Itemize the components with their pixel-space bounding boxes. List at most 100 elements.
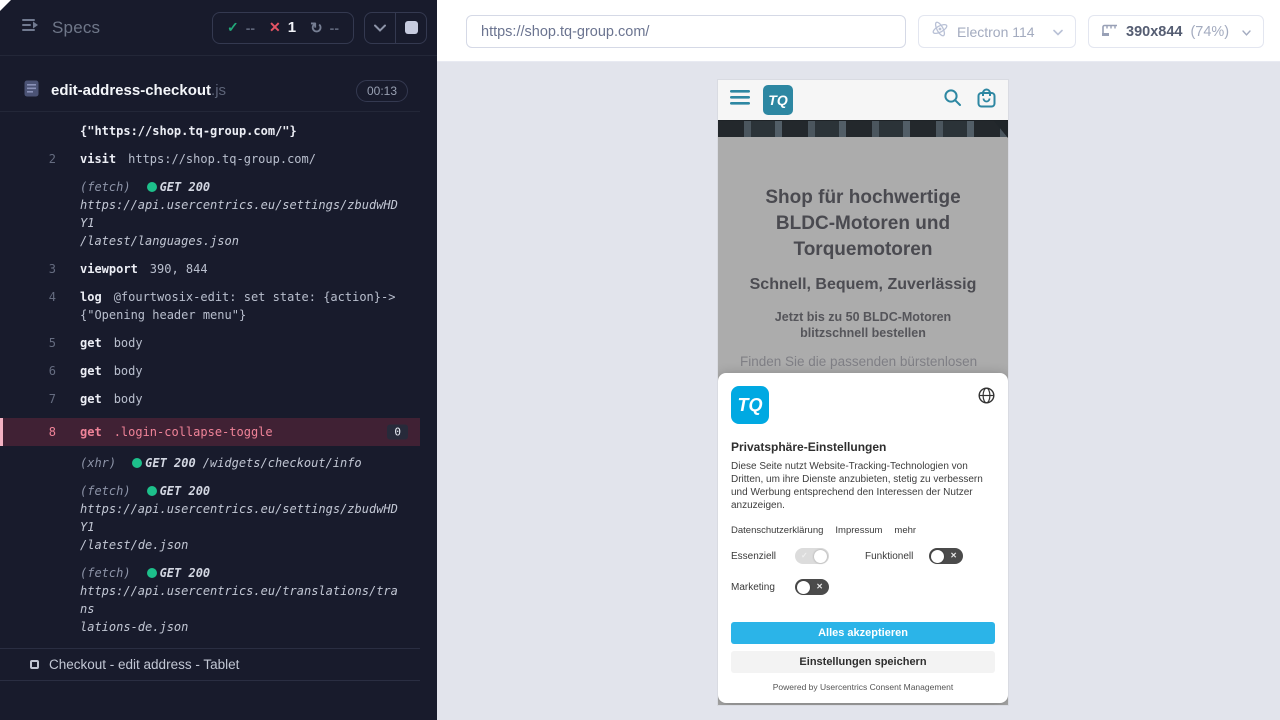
site-heading: Shop für hochwertige BLDC-Motoren und To… bbox=[765, 187, 961, 260]
toggle-switch-essenziell[interactable]: ✓ bbox=[795, 548, 829, 564]
command-row[interactable]: 3 viewport 390, 844 bbox=[0, 260, 420, 278]
hero-image-strip bbox=[718, 120, 1008, 138]
site-logo[interactable]: TQ bbox=[763, 85, 793, 115]
restart-icon: ↻ bbox=[310, 19, 323, 37]
command-name: get bbox=[80, 392, 102, 406]
imprint-link[interactable]: Impressum bbox=[835, 525, 882, 536]
request-type: (xhr) bbox=[80, 456, 117, 470]
run-stats: ✓ -- ✕ 1 ↻ -- bbox=[211, 11, 354, 44]
save-settings-button[interactable]: Einstellungen speichern bbox=[731, 651, 995, 673]
command-row[interactable]: 6 get body bbox=[0, 362, 420, 380]
suite-collapse-icon bbox=[30, 660, 39, 669]
cart-bag-icon[interactable] bbox=[977, 88, 996, 113]
toggle-label: Funktionell bbox=[865, 550, 914, 562]
command-number: 8 bbox=[48, 425, 56, 439]
more-link[interactable]: mehr bbox=[894, 525, 916, 536]
command-number bbox=[0, 454, 56, 472]
browser-select[interactable]: Electron 114 bbox=[918, 15, 1076, 48]
command-row[interactable]: 8 get .login-collapse-toggle 0 bbox=[0, 418, 420, 446]
hamburger-menu-icon[interactable] bbox=[730, 90, 750, 110]
command-count-badge: 0 bbox=[387, 424, 408, 440]
command-row[interactable]: 4 log @fourtwosix-edit: set state: {action… bbox=[0, 288, 420, 324]
command-body: (xhr) GET 200/widgets/checkout/info bbox=[80, 454, 404, 472]
network-log-row[interactable]: (xhr) GET 200/widgets/checkout/info bbox=[0, 454, 420, 472]
specs-menu-icon[interactable] bbox=[22, 18, 40, 37]
request-url-wrap: /latest/de.json bbox=[80, 538, 189, 552]
site-header: TQ bbox=[718, 80, 1008, 120]
command-body: get body bbox=[80, 390, 404, 408]
command-body: get body bbox=[80, 334, 404, 352]
command-row[interactable]: {"https://shop.tq-group.com/"} bbox=[0, 122, 420, 140]
command-body: log @fourtwosix-edit: set state: {action}… bbox=[80, 288, 404, 324]
command-name: log bbox=[80, 290, 102, 304]
command-row[interactable]: 7 get body bbox=[0, 390, 420, 408]
stop-icon bbox=[404, 21, 418, 34]
command-name: viewport bbox=[80, 262, 138, 276]
suite-footer[interactable]: Checkout - edit address - Tablet bbox=[0, 648, 420, 681]
viewport-select[interactable]: 390x844 (74%) bbox=[1088, 15, 1264, 48]
passed-count: -- bbox=[245, 19, 256, 36]
command-number: 3 bbox=[48, 262, 56, 276]
toggle-knob bbox=[797, 580, 810, 594]
stat-pending: ↻ -- bbox=[310, 19, 339, 37]
check-icon: ✓ bbox=[801, 551, 808, 560]
spec-file-row[interactable]: edit-address-checkout .js 00:13 bbox=[0, 70, 420, 112]
command-number: 4 bbox=[48, 290, 56, 304]
command-args: https://shop.tq-group.com/ bbox=[128, 152, 316, 166]
request-type: (fetch) bbox=[80, 484, 131, 498]
command-body: viewport 390, 844 bbox=[80, 260, 404, 278]
command-number: 2 bbox=[48, 152, 56, 166]
command-args: body bbox=[113, 364, 143, 378]
toggle-switch-funktionell[interactable]: ✕ bbox=[929, 548, 963, 564]
consent-toggle-row: Marketing ✕ bbox=[731, 579, 865, 595]
cross-icon: ✕ bbox=[950, 551, 957, 560]
accept-all-button[interactable]: Alles akzeptieren bbox=[731, 622, 995, 644]
network-log-row[interactable]: (fetch) GET 200 https://api.usercentrics.e… bbox=[0, 178, 420, 250]
consent-description: Diese Seite nutzt Website-Tracking-Techn… bbox=[731, 461, 983, 511]
toggle-knob bbox=[814, 549, 827, 563]
command-log: {"https://shop.tq-group.com/"} 2 visit http… bbox=[0, 113, 420, 648]
command-row[interactable]: 2 visit https://shop.tq-group.com/ bbox=[0, 150, 420, 168]
request-status: GET 200 bbox=[145, 456, 196, 470]
toggle-switch-marketing[interactable]: ✕ bbox=[795, 579, 829, 595]
command-body: visit https://shop.tq-group.com/ bbox=[80, 150, 404, 168]
stat-passed: ✓ -- bbox=[227, 19, 255, 36]
suite-title: Checkout - edit address - Tablet bbox=[49, 657, 240, 672]
privacy-policy-link[interactable]: Datenschutzerklärung bbox=[731, 525, 823, 536]
stop-button[interactable] bbox=[396, 13, 426, 43]
network-log-row[interactable]: (fetch) GET 200 https://api.usercentrics.e… bbox=[0, 564, 420, 636]
run-controls bbox=[364, 11, 427, 44]
cross-icon: ✕ bbox=[816, 582, 823, 591]
consent-logo: TQ bbox=[731, 386, 769, 424]
request-type: (fetch) bbox=[80, 566, 131, 580]
command-name: visit bbox=[80, 152, 117, 166]
command-args: body bbox=[113, 336, 143, 350]
toggle-knob bbox=[931, 549, 944, 563]
command-number: 7 bbox=[48, 392, 56, 406]
collapse-chevron-button[interactable] bbox=[365, 13, 395, 43]
search-icon[interactable] bbox=[943, 88, 962, 112]
viewport-size: 390x844 bbox=[1126, 23, 1183, 40]
network-log-row[interactable]: (fetch) GET 200 https://api.usercentrics.e… bbox=[0, 482, 420, 554]
command-body: {"https://shop.tq-group.com/"} bbox=[80, 122, 404, 140]
check-icon: ✓ bbox=[226, 19, 239, 35]
request-status: GET 200 bbox=[159, 484, 211, 498]
command-name: get bbox=[80, 425, 102, 439]
command-number bbox=[0, 482, 56, 554]
status-dot-icon bbox=[146, 182, 157, 192]
site-tagline: Jetzt bis zu 50 BLDC-Motoren blitzschnel… bbox=[774, 310, 952, 340]
command-number bbox=[0, 564, 56, 636]
command-number bbox=[0, 178, 56, 250]
electron-atom-icon bbox=[931, 20, 949, 43]
failed-count: 1 bbox=[287, 19, 297, 36]
command-args: body bbox=[113, 392, 143, 406]
url-input[interactable] bbox=[466, 15, 906, 48]
request-url-wrap: lations-de.json bbox=[80, 620, 189, 634]
language-globe-icon[interactable] bbox=[978, 387, 995, 409]
consent-dialog: TQ Privatsphäre-Einstellungen Diese Seit… bbox=[718, 373, 1008, 703]
consent-title: Privatsphäre-Einstellungen bbox=[731, 440, 887, 454]
spec-name: edit-address-checkout bbox=[51, 82, 212, 99]
spec-file-icon bbox=[24, 80, 39, 102]
chevron-down-icon bbox=[1053, 23, 1063, 41]
command-row[interactable]: 5 get body bbox=[0, 334, 420, 352]
